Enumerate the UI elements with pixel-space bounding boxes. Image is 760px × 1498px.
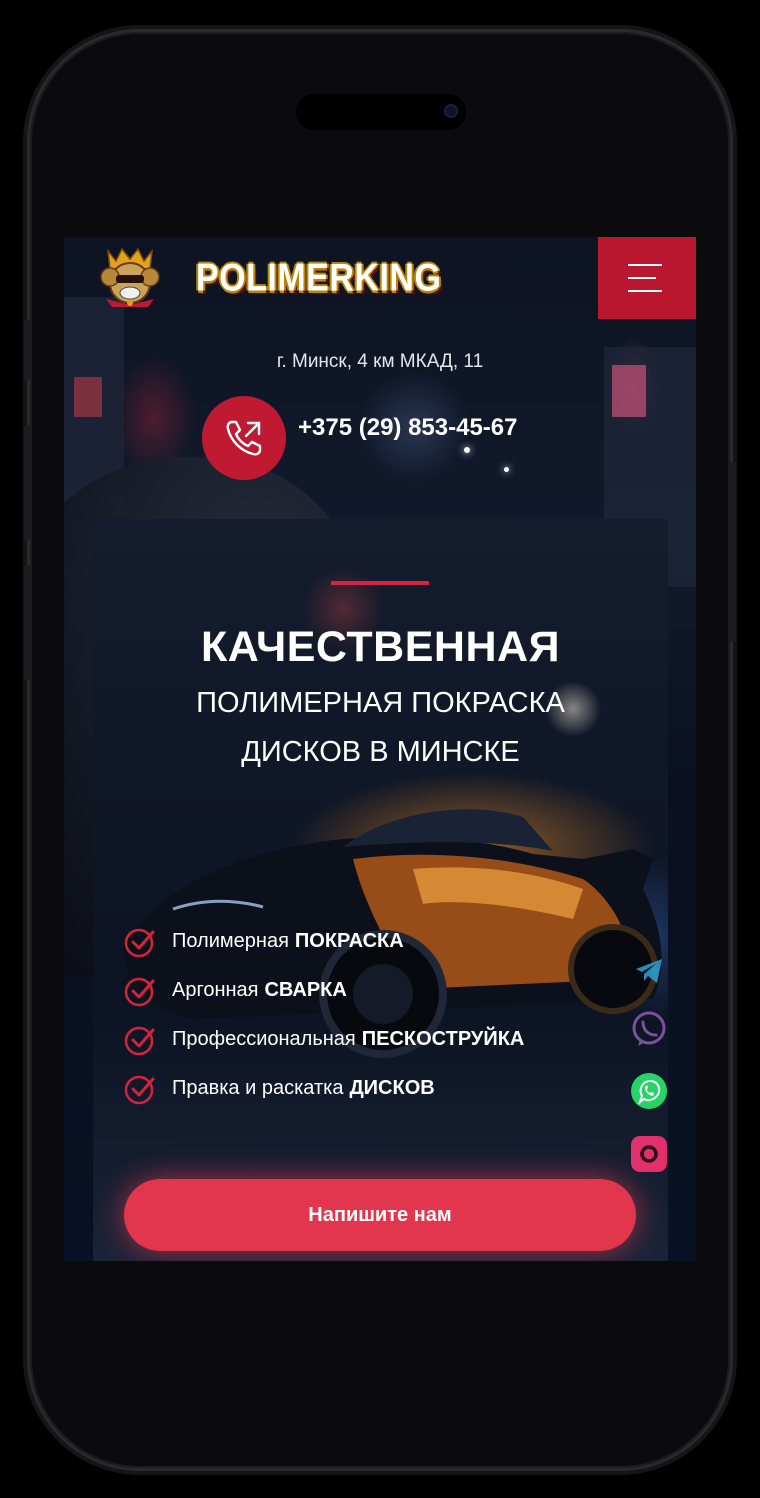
instagram-link[interactable] bbox=[630, 1135, 668, 1173]
hero-accent-line bbox=[331, 581, 429, 585]
list-item: Аргонная СВАРКА bbox=[123, 966, 643, 1015]
feature-bold: СВАРКА bbox=[264, 979, 347, 1001]
hamburger-menu-button[interactable] bbox=[598, 237, 696, 319]
check-circle-icon bbox=[124, 928, 155, 957]
hero-subtitle-line1: ПОЛИМЕРНАЯ ПОКРАСКА bbox=[196, 687, 565, 719]
window-light bbox=[74, 377, 102, 417]
feature-text: Профессиональная bbox=[172, 1028, 356, 1050]
viber-icon bbox=[632, 1011, 666, 1046]
phone-call-icon bbox=[226, 420, 262, 456]
feature-bold: ПЕСКОСТРУЙКА bbox=[361, 1028, 525, 1050]
menu-line bbox=[628, 277, 656, 279]
phone-number-link[interactable]: +375 (29) 853-45-67 bbox=[298, 414, 518, 442]
feature-text: Аргонная bbox=[172, 979, 259, 1001]
king-mascot-icon bbox=[100, 247, 160, 307]
list-item: Профессиональная ПЕСКОСТРУЙКА bbox=[123, 1015, 643, 1064]
phone-volume-down bbox=[24, 565, 32, 680]
window-light bbox=[504, 467, 509, 472]
feature-text: Полимерная bbox=[172, 930, 289, 952]
hero-section: КАЧЕСТВЕННАЯ ПОЛИМЕРНАЯ ПОКРАСКА ДИСКОВ … bbox=[93, 519, 668, 1261]
instagram-icon bbox=[631, 1136, 667, 1172]
website-screen: POLIMERKING г. Минск, 4 км МКАД, 11 +375… bbox=[64, 237, 696, 1261]
menu-line bbox=[628, 264, 662, 266]
window-light bbox=[464, 447, 470, 453]
list-item: Полимерная ПОКРАСКА bbox=[123, 917, 643, 966]
whatsapp-icon bbox=[631, 1073, 667, 1109]
feature-bold: ПОКРАСКА bbox=[294, 930, 404, 952]
phone-power-button bbox=[728, 462, 736, 642]
features-list: Полимерная ПОКРАСКА Аргонная СВАРКА Профес… bbox=[123, 917, 643, 1113]
whatsapp-link[interactable] bbox=[630, 1072, 668, 1110]
menu-line bbox=[628, 290, 662, 292]
logo-text: POLIMERKING bbox=[196, 256, 442, 300]
check-circle-icon bbox=[124, 1026, 155, 1055]
check-circle-icon bbox=[124, 977, 155, 1006]
write-us-button[interactable]: Напишите нам bbox=[124, 1179, 636, 1251]
telegram-link[interactable] bbox=[630, 951, 668, 989]
feature-text: Правка и раскатка bbox=[172, 1077, 344, 1099]
phone-silent-switch bbox=[24, 320, 32, 380]
list-item: Правка и раскатка ДИСКОВ bbox=[123, 1064, 643, 1113]
feature-bold: ДИСКОВ bbox=[349, 1077, 435, 1099]
front-camera bbox=[444, 104, 458, 118]
phone-call-button[interactable] bbox=[202, 396, 286, 480]
address-text: г. Минск, 4 км МКАД, 11 bbox=[276, 351, 484, 372]
logo[interactable]: POLIMERKING bbox=[94, 245, 441, 307]
check-circle-icon bbox=[124, 1075, 155, 1104]
hero-title: КАЧЕСТВЕННАЯ bbox=[201, 623, 560, 671]
phone-camera-notch bbox=[296, 94, 466, 130]
telegram-icon bbox=[636, 959, 662, 983]
viber-link[interactable] bbox=[630, 1010, 668, 1048]
phone-volume-up bbox=[24, 425, 32, 540]
hero-subtitle-line2: ДИСКОВ В МИНСКЕ bbox=[241, 736, 520, 768]
